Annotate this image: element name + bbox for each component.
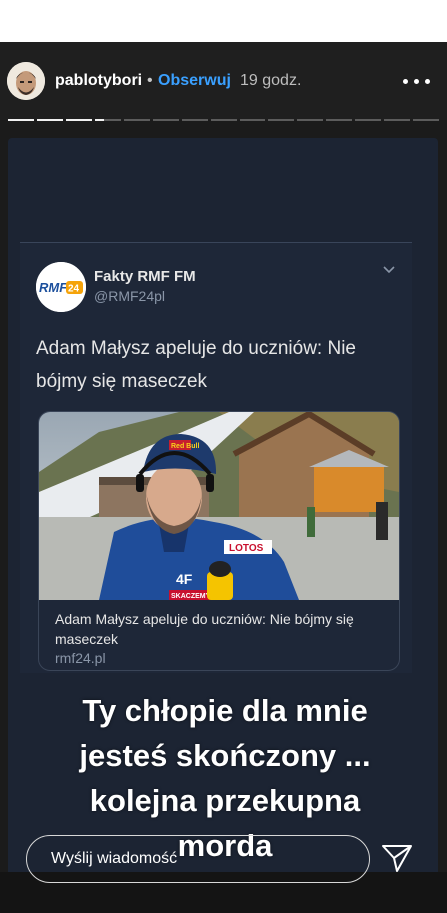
card-link: rmf24.pl	[55, 650, 106, 666]
follow-button[interactable]: Obserwuj	[158, 72, 231, 90]
progress-segment	[239, 119, 266, 121]
cap-brand-text: Red Bull	[171, 443, 199, 450]
tweet-text: Adam Małysz apeluje do uczniów: Nie bójm…	[36, 338, 356, 392]
rmf-logo: RMF 24	[36, 262, 86, 312]
progress-segment	[297, 119, 324, 121]
send-direct-icon[interactable]	[380, 842, 414, 874]
avatar[interactable]	[7, 62, 45, 100]
progress-segment	[384, 119, 411, 121]
progress-segment	[65, 119, 92, 121]
more-options-icon[interactable]	[400, 70, 434, 92]
progress-segment	[413, 119, 440, 121]
caption-line: Ty chłopie dla mnie	[82, 693, 368, 728]
progress-segment	[181, 119, 208, 121]
progress-segment	[152, 119, 179, 121]
link-card: Red Bull LOTOS 4F SKACZEMY Adam Małysz a…	[38, 411, 400, 671]
card-title: Adam Małysz apeluje do uczniów: Nie bójm…	[55, 611, 354, 647]
caption-line: jesteś skończony ...	[79, 738, 371, 773]
progress-segment	[8, 119, 34, 121]
sponsor-text: 4F	[176, 571, 193, 587]
progress-segment	[355, 119, 382, 121]
avatar-image	[7, 62, 45, 100]
tweet-account-name: Fakty RMF FM	[94, 268, 196, 285]
progress-segment	[123, 119, 150, 121]
progress-segment	[36, 119, 63, 121]
card-photo: Red Bull LOTOS 4F SKACZEMY	[39, 412, 399, 600]
post-time: 19 godz.	[240, 72, 302, 89]
tweet-account-handle: @RMF24pl	[94, 288, 166, 304]
username[interactable]: pablotybori	[55, 72, 142, 90]
logo-badge: 24	[68, 284, 80, 295]
chevron-down-icon	[383, 266, 395, 274]
reply-input[interactable]	[26, 835, 370, 883]
tweet-divider	[20, 242, 412, 243]
logo-text: RMF	[39, 280, 68, 295]
sponsor-text: SKACZEMY	[171, 593, 211, 600]
progress-segment	[210, 119, 237, 121]
separator-dot: •	[147, 72, 153, 89]
progress-segment	[268, 119, 295, 121]
progress-segment	[326, 119, 353, 121]
sponsor-text: LOTOS	[229, 543, 264, 554]
story-progress-bar	[8, 119, 440, 121]
caption-line: kolejna przekupna	[89, 783, 361, 818]
progress-segment-current	[94, 119, 121, 121]
